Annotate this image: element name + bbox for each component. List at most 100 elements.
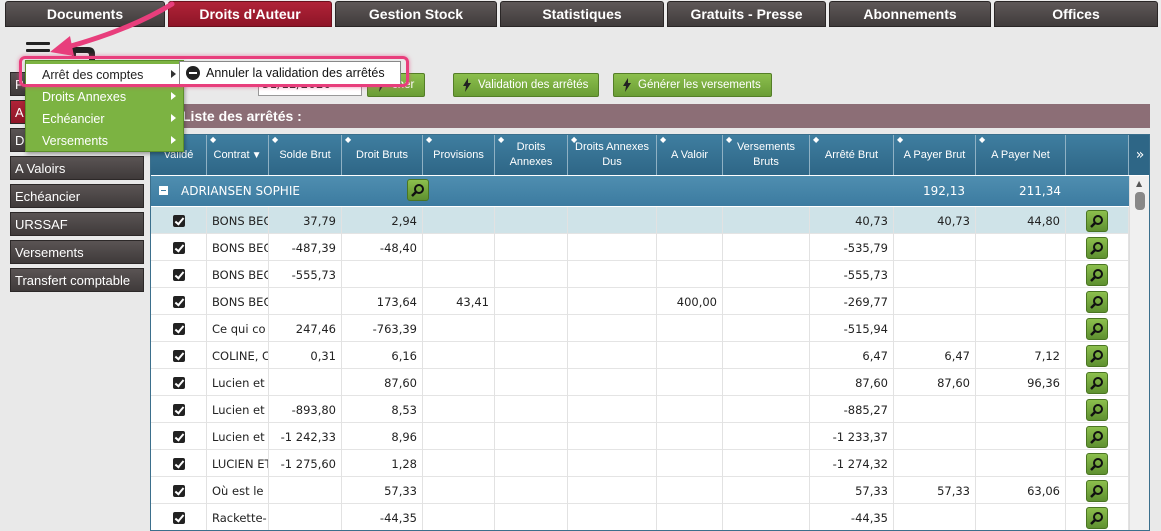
col-a-valoir[interactable]: ◆ A Valoir (657, 135, 723, 175)
checkbox-checked-icon[interactable] (172, 214, 185, 227)
valide-checkbox[interactable] (151, 288, 207, 315)
col-droits-annexes-dus[interactable]: ◆ Droits Annexes Dus (568, 135, 657, 175)
table-row[interactable]: Lucien et 87,60 87,60 87,60 96,36 (151, 369, 1129, 396)
col-contrat[interactable]: ◆ Contrat ▼ (207, 135, 269, 175)
checkbox-checked-icon[interactable] (172, 376, 185, 389)
table-row[interactable]: COLINE, C 0,31 6,16 6,47 6,47 7,12 (151, 342, 1129, 369)
menu-item-versements[interactable]: Versements (26, 130, 183, 152)
group-detail-button[interactable] (407, 179, 429, 201)
nav-item-a-valoirs[interactable]: A Valoirs (10, 156, 144, 180)
table-row[interactable]: Où est le 57,33 57,33 57,33 63,06 (151, 477, 1129, 504)
checkbox-checked-icon[interactable] (172, 430, 185, 443)
checkbox-checked-icon[interactable] (172, 268, 185, 281)
nav-item-echeancier[interactable]: Echéancier (10, 184, 144, 208)
row-detail-button[interactable] (1066, 423, 1129, 450)
row-detail-button[interactable] (1066, 234, 1129, 261)
magnifier-icon[interactable] (1086, 479, 1108, 502)
valide-checkbox[interactable] (151, 477, 207, 504)
cell-a-payer-net (976, 504, 1066, 530)
table-row[interactable]: BONS BEC -555,73 -555,73 (151, 261, 1129, 288)
checkbox-checked-icon[interactable] (172, 349, 185, 362)
row-detail-button[interactable] (1066, 342, 1129, 369)
tab-gratuits-presse[interactable]: Gratuits - Presse (667, 1, 826, 27)
magnifier-icon[interactable] (1086, 209, 1108, 232)
tab-gestion-stock[interactable]: Gestion Stock (335, 1, 497, 27)
scrollbar-thumb[interactable] (1135, 192, 1145, 210)
menu-item-echeancier[interactable]: Echéancier (26, 108, 183, 130)
cell-droits-annexes (495, 342, 568, 369)
tab-statistiques[interactable]: Statistiques (500, 1, 664, 27)
validation-arretes-button[interactable]: Validation des arrêtés (453, 73, 600, 97)
cell-contrat: Rackette- (207, 504, 269, 530)
checkbox-checked-icon[interactable] (172, 322, 185, 335)
checkbox-checked-icon[interactable] (172, 241, 185, 254)
magnifier-icon[interactable] (1086, 371, 1108, 394)
table-row[interactable]: Ce qui co 247,46 -763,39 -515,94 (151, 315, 1129, 342)
valide-checkbox[interactable] (151, 423, 207, 450)
nav-item-versements[interactable]: Versements (10, 240, 144, 264)
valide-checkbox[interactable] (151, 207, 207, 234)
col-droit-bruts[interactable]: ◆ Droit Bruts (342, 135, 423, 175)
vertical-scrollbar[interactable]: ▲ (1129, 176, 1149, 530)
row-detail-button[interactable] (1066, 369, 1129, 396)
row-detail-button[interactable] (1066, 477, 1129, 504)
row-detail-button[interactable] (1066, 504, 1129, 530)
magnifier-icon[interactable] (1086, 344, 1108, 367)
row-detail-button[interactable] (1066, 207, 1129, 234)
col-a-payer-brut[interactable]: ◆ A Payer Brut (894, 135, 976, 175)
col-versements-bruts[interactable]: ◆ Versements Bruts (723, 135, 810, 175)
collapse-icon[interactable] (159, 186, 168, 195)
nav-item-transfert-comptable[interactable]: Transfert comptable (10, 268, 144, 292)
table-row[interactable]: BONS BEC 173,64 43,41 400,00 -269,77 (151, 288, 1129, 315)
magnifier-icon[interactable] (1086, 506, 1108, 529)
expand-columns-icon[interactable]: » (1129, 135, 1149, 175)
magnifier-icon[interactable] (1086, 290, 1108, 313)
row-detail-button[interactable] (1066, 315, 1129, 342)
checkbox-checked-icon[interactable] (172, 457, 185, 470)
tab-droits-auteur[interactable]: Droits d'Auteur (168, 1, 332, 27)
magnifier-icon[interactable] (1086, 263, 1108, 286)
valide-checkbox[interactable] (151, 396, 207, 423)
checkbox-checked-icon[interactable] (172, 295, 185, 308)
magnifier-icon[interactable] (1086, 425, 1108, 448)
row-detail-button[interactable] (1066, 288, 1129, 315)
valide-checkbox[interactable] (151, 369, 207, 396)
valide-checkbox[interactable] (151, 261, 207, 288)
table-row[interactable]: Rackette- -44,35 -44,35 (151, 504, 1129, 530)
col-arrete-brut[interactable]: ◆ Arrêté Brut (810, 135, 894, 175)
checkbox-checked-icon[interactable] (172, 511, 185, 524)
magnifier-icon[interactable] (1086, 236, 1108, 259)
table-row[interactable]: Lucien et -1 242,33 8,96 -1 233,37 (151, 423, 1129, 450)
magnifier-icon[interactable] (1086, 452, 1108, 475)
scroll-up-icon[interactable]: ▲ (1136, 179, 1142, 188)
row-detail-button[interactable] (1066, 450, 1129, 477)
tab-offices[interactable]: Offices (994, 1, 1158, 27)
table-row[interactable]: BONS BEC -487,39 -48,40 -535,79 (151, 234, 1129, 261)
col-solde-brut[interactable]: ◆ Solde Brut (269, 135, 342, 175)
filter-icon[interactable]: ▼ (252, 148, 262, 163)
row-detail-button[interactable] (1066, 396, 1129, 423)
col-droits-annexes[interactable]: ◆ Droits Annexes (495, 135, 568, 175)
valide-checkbox[interactable] (151, 450, 207, 477)
tab-abonnements[interactable]: Abonnements (829, 1, 991, 27)
valide-checkbox[interactable] (151, 342, 207, 369)
menu-item-droits-annexes[interactable]: Droits Annexes (26, 86, 183, 108)
col-a-payer-net[interactable]: ◆ A Payer Net (976, 135, 1066, 175)
magnifier-icon[interactable] (1086, 317, 1108, 340)
nav-item-urssaf[interactable]: URSSAF (10, 212, 144, 236)
table-row[interactable]: LUCIEN ET -1 275,60 1,28 -1 274,32 (151, 450, 1129, 477)
group-row[interactable]: ADRIANSEN SOPHIE 192,13 211,34 (151, 176, 1129, 206)
col-provisions[interactable]: ◆ Provisions (423, 135, 495, 175)
cell-solde-brut (269, 288, 342, 315)
generer-versements-button[interactable]: Générer les versements (613, 73, 772, 97)
table-row[interactable]: BONS BEC 37,79 2,94 40,73 40,73 44,80 (151, 207, 1129, 234)
magnifier-icon[interactable] (1086, 398, 1108, 421)
checkbox-checked-icon[interactable] (172, 484, 185, 497)
table-row[interactable]: Lucien et -893,80 8,53 -885,27 (151, 396, 1129, 423)
valide-checkbox[interactable] (151, 315, 207, 342)
valide-checkbox[interactable] (151, 504, 207, 530)
row-detail-button[interactable] (1066, 261, 1129, 288)
valide-checkbox[interactable] (151, 234, 207, 261)
checkbox-checked-icon[interactable] (172, 403, 185, 416)
annotation-arrow-icon (50, 1, 175, 56)
